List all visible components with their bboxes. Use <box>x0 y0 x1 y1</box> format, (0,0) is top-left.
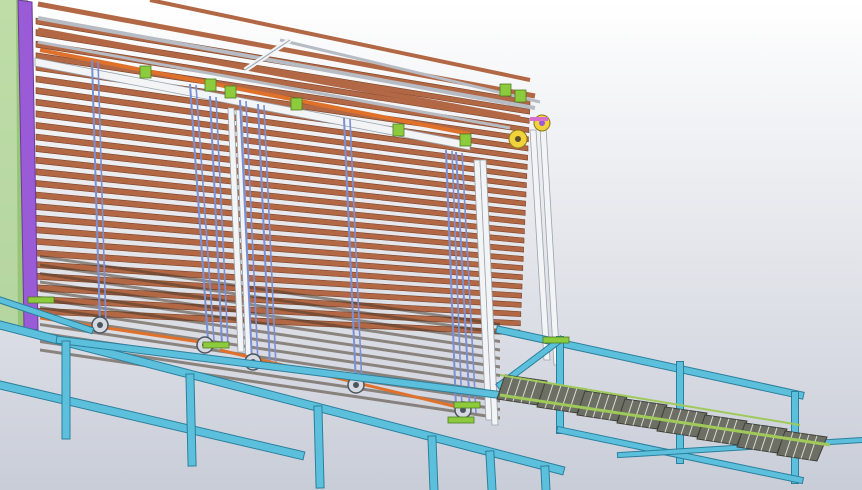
bracket-plate <box>453 401 481 409</box>
frame-beam <box>314 406 324 488</box>
bracket <box>499 83 512 97</box>
bracket <box>224 85 237 99</box>
bracket <box>139 65 152 79</box>
sprocket-hub <box>353 382 359 388</box>
frame-beam <box>186 374 196 466</box>
bracket <box>514 89 527 103</box>
bracket <box>290 97 303 111</box>
bracket <box>392 123 405 137</box>
bracket-plate <box>202 341 230 349</box>
bracket-plate <box>542 336 570 344</box>
frame-beam <box>541 466 550 490</box>
bracket-plate <box>27 296 55 304</box>
cad-model-rendering <box>0 0 862 490</box>
bracket-plate <box>447 416 475 424</box>
bracket <box>459 133 472 147</box>
bracket <box>204 78 217 92</box>
sprocket-hub <box>97 322 103 328</box>
frame-beam <box>428 436 438 490</box>
cad-viewport[interactable] <box>0 0 862 490</box>
frame-beam <box>486 451 496 490</box>
